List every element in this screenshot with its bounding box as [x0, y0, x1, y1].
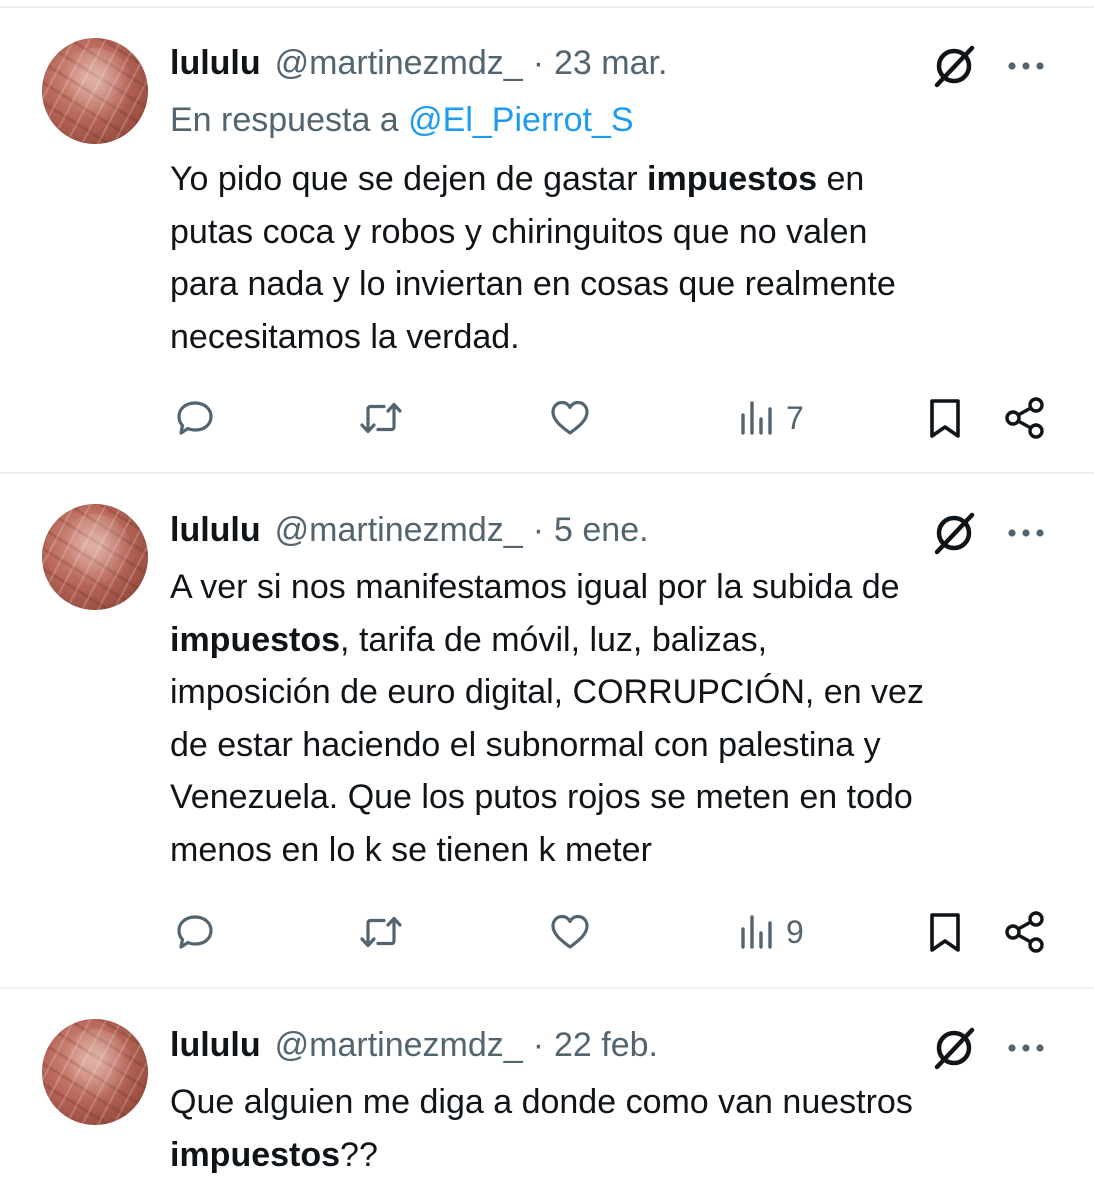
tweet-text-line: de estar haciendo el subnormal con pales…	[170, 719, 1050, 772]
more-icon[interactable]	[1000, 1022, 1052, 1074]
grok-icon[interactable]	[928, 507, 980, 559]
tweet-date[interactable]: 23 mar.	[554, 44, 667, 83]
bookmark-button[interactable]	[924, 904, 966, 960]
user-handle[interactable]: @martinezmdz_	[275, 1026, 523, 1065]
avatar[interactable]	[42, 38, 148, 144]
heart-icon	[551, 914, 589, 949]
tweet-text: A ver si nos manifestamos igual por la s…	[170, 561, 1050, 876]
text-segment: Venezuela. Que los putos rojos se meten …	[170, 778, 913, 816]
tweet-header: lululu @martinezmdz_ · 5 ene.	[170, 508, 649, 552]
display-name[interactable]: lululu	[170, 511, 261, 550]
text-segment: imposición de euro digital, CORRUPCIÓN, …	[170, 673, 924, 711]
text-segment: putas coca y robos y chiringuitos que no…	[170, 212, 868, 251]
tweet-header: lululu @martinezmdz_ · 23 mar.	[170, 41, 667, 85]
views-button[interactable]: 9	[738, 904, 804, 960]
tweet-text-line: putas coca y robos y chiringuitos que no…	[170, 206, 1050, 259]
display-name[interactable]: lululu	[170, 44, 261, 83]
text-segment: ??	[340, 1135, 378, 1174]
reply-button[interactable]	[174, 904, 216, 960]
text-segment: , tarifa de móvil, luz, balizas,	[340, 620, 768, 659]
reply-mention-link[interactable]: @El_Pierrot_S	[408, 101, 633, 139]
grok-icon[interactable]	[928, 1022, 980, 1074]
avatar[interactable]	[42, 1019, 148, 1125]
views-icon	[741, 401, 772, 435]
share-icon	[1005, 397, 1044, 439]
view-count: 7	[786, 399, 804, 436]
more-icon[interactable]	[1000, 507, 1052, 559]
tweet-divider	[0, 472, 1094, 474]
tweet-actions: 7	[0, 390, 1094, 446]
tweet-text-line: A ver si nos manifestamos igual por la s…	[170, 561, 1050, 614]
grok-icon[interactable]	[928, 40, 980, 92]
tweet-date[interactable]: 22 feb.	[554, 1026, 658, 1065]
tweet-text-line: impuestos??	[170, 1129, 1050, 1182]
share-button[interactable]	[1002, 390, 1048, 446]
reply-button[interactable]	[174, 390, 216, 446]
tweet-text-line: Que alguien me diga a donde como van nue…	[170, 1076, 1050, 1129]
text-segment: A ver si nos manifestamos igual por la s…	[170, 568, 900, 606]
reply-icon	[177, 915, 213, 949]
tweet-text-line: Yo pido que se dejen de gastar impuestos…	[170, 153, 1050, 206]
user-handle[interactable]: @martinezmdz_	[275, 511, 523, 550]
text-segment: en	[817, 160, 865, 198]
retweet-icon	[360, 402, 402, 434]
bookmark-icon	[930, 399, 960, 438]
text-segment: Que alguien me diga a donde como van nue…	[170, 1083, 913, 1121]
views-icon	[741, 915, 772, 949]
display-name[interactable]: lululu	[170, 1026, 261, 1065]
tweet-text-line: para nada y lo inviertan en cosas que re…	[170, 258, 1050, 311]
text-segment: menos en lo k se tienen k meter	[170, 830, 652, 869]
separator-dot: ·	[532, 510, 545, 549]
text-segment: necesitamos la verdad.	[170, 317, 520, 356]
tweet-date[interactable]: 5 ene.	[554, 511, 649, 550]
views-button[interactable]: 7	[738, 390, 804, 446]
like-button[interactable]	[548, 390, 592, 446]
highlighted-keyword: impuestos	[647, 160, 818, 198]
tweet-text-line: impuestos, tarifa de móvil, luz, balizas…	[170, 614, 1050, 667]
reply-icon	[177, 401, 213, 435]
reply-context: En respuesta a @El_Pierrot_S	[170, 101, 634, 140]
tweet-text: Que alguien me diga a donde como van nue…	[170, 1076, 1050, 1181]
highlighted-keyword: impuestos	[170, 620, 341, 659]
tweet-text: Yo pido que se dejen de gastar impuestos…	[170, 153, 1050, 363]
like-button[interactable]	[548, 904, 592, 960]
reply-prefix: En respuesta a	[170, 101, 399, 139]
user-handle[interactable]: @martinezmdz_	[275, 44, 523, 83]
tweet-text-line: necesitamos la verdad.	[170, 311, 1050, 364]
retweet-icon	[360, 916, 402, 948]
heart-icon	[551, 400, 589, 435]
text-segment: Yo pido que se dejen de gastar	[170, 160, 648, 198]
retweet-button[interactable]	[358, 904, 404, 960]
tweet-text-line: Venezuela. Que los putos rojos se meten …	[170, 771, 1050, 824]
more-icon[interactable]	[1000, 40, 1052, 92]
bookmark-icon	[930, 913, 960, 952]
bookmark-button[interactable]	[924, 390, 966, 446]
tweet-actions: 9	[0, 904, 1094, 960]
top-divider	[0, 6, 1094, 8]
view-count: 9	[786, 913, 804, 950]
retweet-button[interactable]	[358, 390, 404, 446]
share-icon	[1005, 911, 1044, 953]
tweet-divider	[0, 987, 1094, 989]
avatar[interactable]	[42, 504, 148, 610]
share-button[interactable]	[1002, 904, 1048, 960]
text-segment: para nada y lo inviertan en cosas que re…	[170, 265, 896, 303]
text-segment: de estar haciendo el subnormal con pales…	[170, 725, 881, 764]
tweet-header: lululu @martinezmdz_ · 22 feb.	[170, 1023, 658, 1067]
tweet-text-line: imposición de euro digital, CORRUPCIÓN, …	[170, 666, 1050, 719]
separator-dot: ·	[532, 43, 545, 82]
separator-dot: ·	[532, 1025, 545, 1064]
tweet-text-line: menos en lo k se tienen k meter	[170, 824, 1050, 877]
highlighted-keyword: impuestos	[170, 1135, 341, 1174]
